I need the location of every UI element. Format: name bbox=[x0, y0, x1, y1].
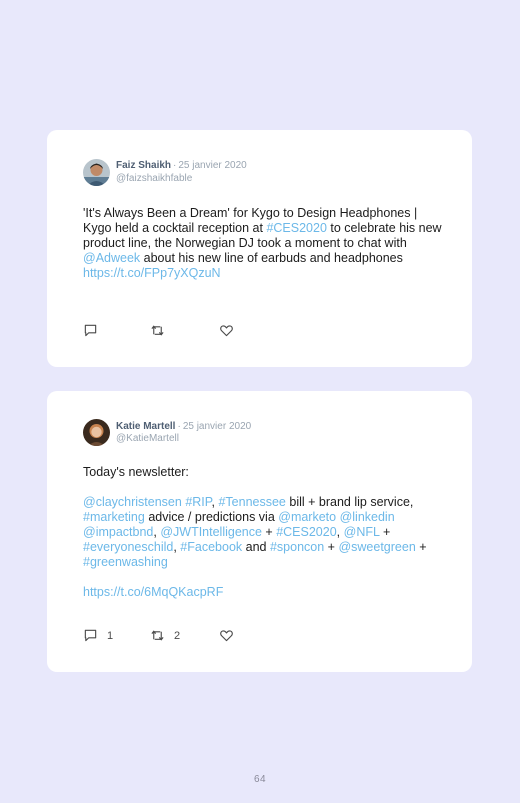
author-line: Katie Martell · 25 janvier 2020 bbox=[116, 421, 251, 432]
hashtag[interactable]: #sponcon bbox=[270, 540, 324, 554]
tweet-actions bbox=[83, 323, 283, 339]
separator: · bbox=[177, 421, 181, 432]
tweet-text-part: + bbox=[324, 540, 335, 554]
reply-count: 1 bbox=[107, 629, 114, 642]
tweet-text-part: and bbox=[242, 540, 270, 554]
mention[interactable]: @claychristensen bbox=[83, 495, 182, 509]
separator: · bbox=[173, 160, 177, 171]
mention[interactable]: @sweetgreen bbox=[338, 540, 415, 554]
tweet-text-part: + bbox=[415, 540, 427, 554]
like-button[interactable] bbox=[219, 323, 234, 338]
hashtag[interactable]: #everyoneschild bbox=[83, 540, 173, 554]
hashtag[interactable]: #Facebook bbox=[180, 540, 242, 554]
tweet-actions: 1 2 bbox=[83, 628, 283, 644]
reply-icon bbox=[84, 324, 97, 337]
heart-icon bbox=[220, 630, 233, 642]
tweet-link[interactable]: https://t.co/6MqQKacpRF bbox=[83, 585, 223, 599]
hashtag[interactable]: #Tennessee bbox=[218, 495, 285, 509]
retweet-button[interactable]: 2 bbox=[150, 628, 180, 643]
tweet-text-part: + bbox=[379, 525, 391, 539]
tweet-text: 'It's Always Been a Dream' for Kygo to D… bbox=[83, 206, 443, 281]
tweet-card: Faiz Shaikh · 25 janvier 2020 @faizshaikhf… bbox=[47, 130, 472, 367]
author-handle[interactable]: @faizshaikhfable bbox=[116, 173, 192, 184]
mention[interactable]: @Adweek bbox=[83, 251, 140, 265]
retweet-icon bbox=[151, 325, 164, 336]
page-number: 64 bbox=[253, 774, 267, 785]
hashtag[interactable]: #CES2020 bbox=[266, 221, 326, 235]
tweet-intro: Today's newsletter: bbox=[83, 465, 189, 479]
hashtag[interactable]: #greenwashing bbox=[83, 555, 168, 569]
tweet-text-part: + bbox=[261, 525, 277, 539]
reply-button[interactable] bbox=[83, 323, 98, 338]
mention[interactable]: @impactbnd bbox=[83, 525, 153, 539]
mention[interactable]: @marketo bbox=[278, 510, 336, 524]
hashtag[interactable]: #CES2020 bbox=[276, 525, 336, 539]
author-line: Faiz Shaikh · 25 janvier 2020 bbox=[116, 160, 247, 171]
tweet-card: Katie Martell · 25 janvier 2020 @KatieMart… bbox=[47, 391, 472, 672]
author-handle[interactable]: @KatieMartell bbox=[116, 433, 179, 444]
author-name[interactable]: Faiz Shaikh bbox=[116, 160, 171, 171]
tweet-text: Today's newsletter: @claychristensen #RI… bbox=[83, 465, 443, 600]
tweet-text-part: bill + brand lip service, bbox=[285, 495, 414, 509]
hashtag[interactable]: #marketing bbox=[83, 510, 145, 524]
tweet-date[interactable]: 25 janvier 2020 bbox=[178, 160, 246, 171]
retweet-icon bbox=[151, 630, 164, 641]
reply-button[interactable]: 1 bbox=[83, 628, 113, 643]
heart-icon bbox=[220, 325, 233, 337]
tweet-text-part: , bbox=[336, 525, 344, 539]
tweet-link[interactable]: https://t.co/FPp7yXQzuN bbox=[83, 266, 221, 280]
mention[interactable]: @linkedin bbox=[340, 510, 395, 524]
mention[interactable]: @NFL bbox=[344, 525, 380, 539]
tweet-text-part: about his new line of earbuds and headph… bbox=[140, 251, 403, 265]
retweet-button[interactable] bbox=[150, 323, 165, 338]
mention[interactable]: @JWTIntelligence bbox=[160, 525, 262, 539]
avatar[interactable] bbox=[83, 159, 110, 186]
reply-icon bbox=[84, 629, 97, 642]
avatar[interactable] bbox=[83, 419, 110, 446]
like-button[interactable] bbox=[219, 628, 234, 643]
hashtag[interactable]: #RIP bbox=[185, 495, 211, 509]
author-name[interactable]: Katie Martell bbox=[116, 421, 175, 432]
tweet-date[interactable]: 25 janvier 2020 bbox=[183, 421, 251, 432]
retweet-count: 2 bbox=[174, 629, 181, 642]
tweet-text-part: advice / predictions via bbox=[144, 510, 279, 524]
